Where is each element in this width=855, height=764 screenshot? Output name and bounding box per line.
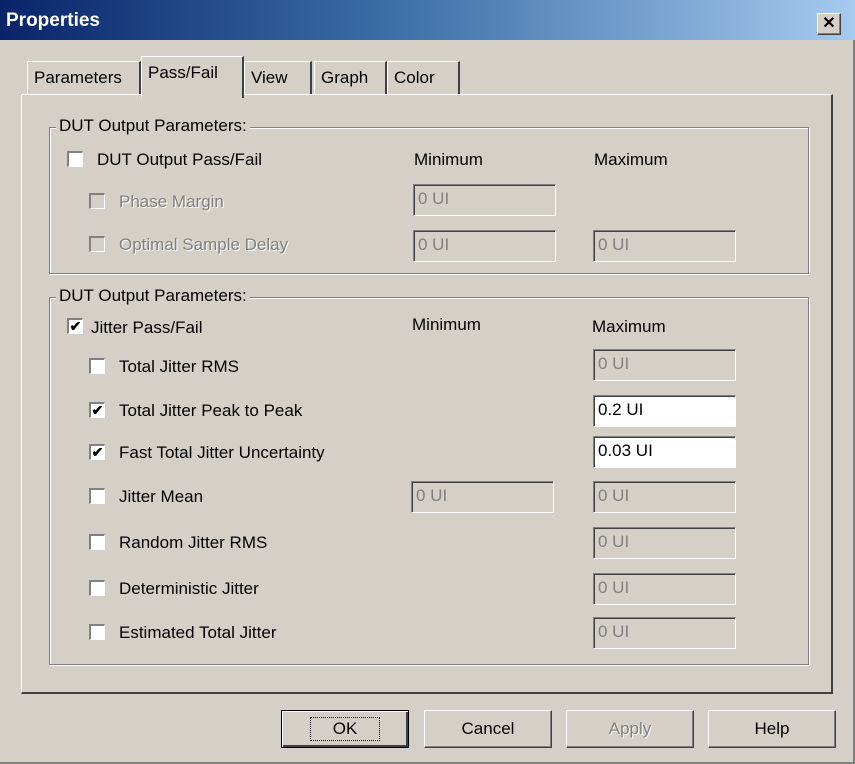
random-jitter-rms-checkbox[interactable]: [89, 534, 105, 550]
close-button[interactable]: ✕: [817, 13, 841, 35]
deterministic-jitter-max-field[interactable]: 0 UI: [593, 573, 736, 605]
title-bar: [0, 0, 855, 40]
random-jitter-rms-max-field[interactable]: 0 UI: [593, 527, 736, 559]
maximum-column-header: Maximum: [592, 317, 666, 336]
total-jitter-pk-pk-label: Total Jitter Peak to Peak: [119, 401, 303, 420]
total-jitter-rms-label: Total Jitter RMS: [119, 357, 239, 376]
total-jitter-pk-pk-checkbox[interactable]: ✔: [89, 402, 105, 418]
estimated-total-jitter-label: Estimated Total Jitter: [119, 623, 277, 642]
ok-label: OK: [309, 717, 381, 741]
total-jitter-rms-checkbox[interactable]: [89, 358, 105, 374]
close-icon: ✕: [822, 15, 836, 32]
jitter-pass-fail-label: Jitter Pass/Fail: [91, 318, 203, 337]
optimal-sample-delay-max-field[interactable]: 0 UI: [593, 230, 736, 262]
tab-label: Parameters: [34, 68, 122, 87]
group-title: DUT Output Parameters:: [56, 286, 250, 306]
apply-button[interactable]: Apply: [566, 710, 694, 748]
jitter-mean-label: Jitter Mean: [119, 487, 204, 506]
optimal-sample-delay-checkbox[interactable]: [89, 236, 105, 252]
cancel-label: Cancel: [461, 719, 515, 738]
jitter-mean-checkbox[interactable]: [89, 488, 105, 504]
tab-color[interactable]: Color: [387, 61, 460, 94]
tab-graph[interactable]: Graph: [314, 61, 387, 94]
phase-margin-checkbox[interactable]: [89, 193, 105, 209]
tab-label: Pass/Fail: [148, 63, 218, 82]
phase-margin-min-field[interactable]: 0 UI: [413, 184, 556, 216]
tab-label: Graph: [321, 68, 369, 87]
deterministic-jitter-checkbox[interactable]: [89, 580, 105, 596]
phase-margin-label: Phase Margin: [119, 192, 224, 211]
fast-total-jitter-uncertainty-checkbox[interactable]: ✔: [89, 444, 105, 460]
fast-total-jitter-uncertainty-max-field[interactable]: 0.03 UI: [593, 436, 736, 468]
optimal-sample-delay-min-field[interactable]: 0 UI: [413, 230, 556, 262]
total-jitter-rms-max-field[interactable]: 0 UI: [593, 349, 736, 381]
tab-parameters[interactable]: Parameters: [27, 61, 141, 94]
minimum-column-header: Minimum: [414, 150, 483, 169]
minimum-column-header: Minimum: [412, 315, 481, 334]
cancel-button[interactable]: Cancel: [424, 710, 552, 748]
optimal-sample-delay-label: Optimal Sample Delay: [119, 235, 289, 254]
jitter-pass-fail-checkbox[interactable]: ✔: [67, 318, 83, 334]
fast-total-jitter-uncertainty-label: Fast Total Jitter Uncertainty: [119, 443, 325, 462]
apply-label: Apply: [608, 719, 652, 738]
deterministic-jitter-label: Deterministic Jitter: [119, 579, 259, 598]
check-icon: ✔: [69, 318, 82, 334]
estimated-total-jitter-max-field[interactable]: 0 UI: [593, 617, 736, 649]
tab-view[interactable]: View: [244, 61, 312, 94]
estimated-total-jitter-checkbox[interactable]: [89, 624, 105, 640]
maximum-column-header: Maximum: [594, 150, 668, 169]
check-icon: ✔: [91, 444, 104, 460]
total-jitter-pk-pk-max-field[interactable]: 0.2 UI: [593, 395, 736, 427]
dut-output-pass-fail-label: DUT Output Pass/Fail: [97, 150, 263, 169]
random-jitter-rms-label: Random Jitter RMS: [119, 533, 268, 552]
tab-pass-fail[interactable]: Pass/Fail: [141, 56, 244, 98]
group-title: DUT Output Parameters:: [56, 116, 250, 136]
check-icon: ✔: [91, 402, 104, 418]
help-button[interactable]: Help: [708, 710, 836, 748]
help-label: Help: [754, 719, 790, 738]
dut-output-pass-fail-checkbox[interactable]: [67, 151, 83, 167]
jitter-mean-max-field[interactable]: 0 UI: [593, 481, 736, 513]
ok-button[interactable]: OK: [281, 710, 409, 748]
tab-label: View: [251, 68, 288, 87]
window-title: Properties: [6, 10, 100, 31]
tab-label: Color: [394, 68, 435, 87]
jitter-mean-min-field[interactable]: 0 UI: [411, 481, 554, 513]
